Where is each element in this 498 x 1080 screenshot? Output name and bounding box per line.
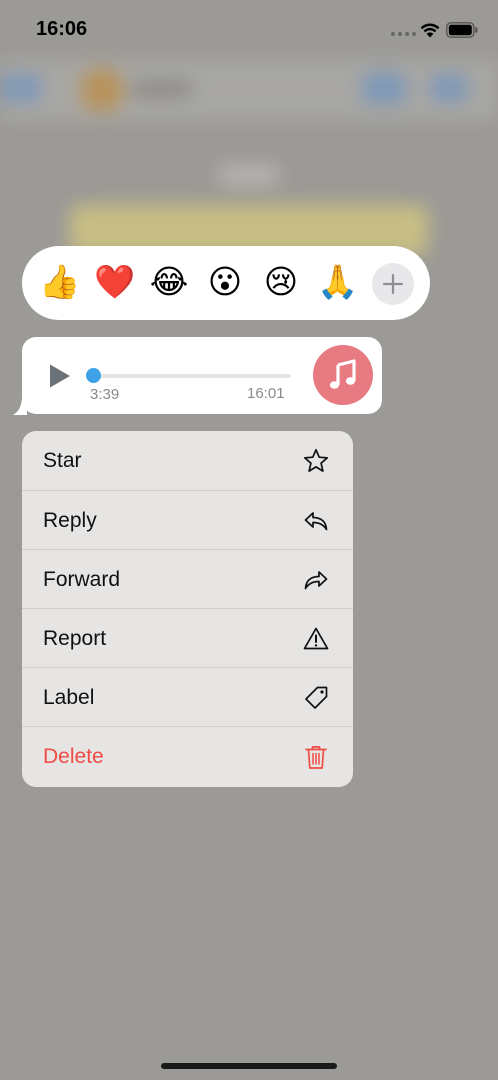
contact-avatar-blurred <box>80 68 124 112</box>
music-note-icon <box>329 359 356 389</box>
reaction-bar: 👍 ❤️ 😂 😮 😢 🙏 <box>22 246 430 320</box>
menu-item-label: Reply <box>43 509 97 532</box>
audio-progress-track[interactable] <box>93 374 291 378</box>
menu-item-star[interactable]: Star <box>22 431 353 490</box>
menu-item-label: Delete <box>43 745 104 768</box>
message-context-menu: Star Reply Forward Report Label Delete <box>22 431 353 787</box>
status-bar: 16:06 <box>0 0 498 60</box>
reply-icon <box>304 512 328 531</box>
video-call-blurred <box>362 72 406 104</box>
menu-item-report[interactable]: Report <box>22 609 353 668</box>
music-avatar <box>313 345 373 405</box>
audio-duration: 3:39 <box>90 386 120 403</box>
reaction-thumbs-up[interactable]: 👍 <box>39 262 80 302</box>
contact-name-blurred <box>132 80 192 98</box>
chat-header-blurred <box>0 60 498 120</box>
home-indicator[interactable] <box>161 1063 337 1069</box>
tag-icon <box>305 686 328 709</box>
play-icon[interactable] <box>48 363 72 389</box>
reaction-face-with-tears-of-joy[interactable]: 😂 <box>149 262 189 302</box>
menu-item-label: Forward <box>43 568 121 591</box>
trash-icon <box>305 746 327 769</box>
warning-icon <box>303 627 329 650</box>
message-timestamp: 16:01 <box>247 385 285 402</box>
plus-icon <box>382 273 404 295</box>
reaction-face-with-open-mouth[interactable]: 😮 <box>205 262 245 302</box>
cellular-signal-icon <box>391 32 416 36</box>
star-icon <box>303 448 329 472</box>
wifi-icon <box>420 23 440 38</box>
battery-icon <box>446 22 478 38</box>
menu-item-label: Report <box>43 627 107 650</box>
more-reactions-button[interactable] <box>372 263 414 305</box>
menu-item-label: Star <box>43 449 82 472</box>
reaction-red-heart[interactable]: ❤️ <box>94 262 135 302</box>
menu-item-label-action[interactable]: Label <box>22 668 353 727</box>
forward-icon <box>304 571 328 590</box>
reaction-crying-face[interactable]: 😢 <box>261 262 301 302</box>
menu-item-delete[interactable]: Delete <box>22 727 353 786</box>
menu-item-reply[interactable]: Reply <box>22 491 353 550</box>
voice-call-blurred <box>430 74 468 102</box>
audio-progress-handle[interactable] <box>86 368 101 383</box>
date-chip-blurred <box>218 164 280 186</box>
back-button-blurred <box>0 74 42 102</box>
menu-item-forward[interactable]: Forward <box>22 550 353 609</box>
reaction-folded-hands[interactable]: 🙏 <box>317 262 358 302</box>
status-time: 16:06 <box>36 18 88 40</box>
menu-item-label: Label <box>43 686 95 709</box>
